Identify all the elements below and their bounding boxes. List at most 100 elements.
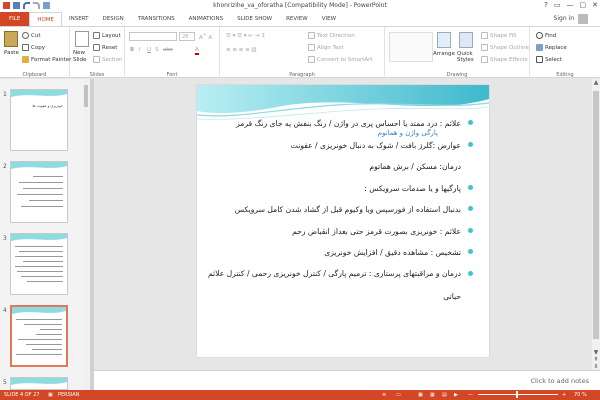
slide-editor: پارگی واژن و همانوم علائم : درد ممتد یا …	[94, 79, 592, 370]
language-indicator[interactable]: PERSIAN	[58, 392, 79, 398]
reset-button[interactable]: Reset	[93, 44, 117, 51]
tab-insert[interactable]: INSERT	[62, 12, 95, 26]
slide-thumbnail-2[interactable]	[10, 161, 68, 223]
layout-button[interactable]: Layout	[93, 32, 121, 39]
close-button[interactable]: ✕	[592, 1, 598, 9]
normal-view-icon[interactable]: ▣	[418, 392, 423, 398]
arrange-icon[interactable]	[437, 32, 451, 48]
strikethrough-button[interactable]: abc	[163, 47, 173, 53]
shape-outline-icon	[481, 44, 488, 51]
slide-thumbnail-5[interactable]	[10, 377, 68, 390]
slide-bullet[interactable]: عوارض :گلرز بافت / شوک به دنبال خونریزی …	[207, 139, 473, 161]
sign-in-link[interactable]: Sign in	[554, 15, 574, 22]
tab-animations[interactable]: ANIMATIONS	[182, 12, 231, 26]
shape-effects-icon	[481, 56, 488, 63]
reading-view-icon[interactable]: ▤	[442, 392, 447, 398]
thumb-text-line	[24, 324, 62, 325]
arrange-button[interactable]: Arrange	[433, 51, 455, 57]
shape-effects-button[interactable]: Shape Effects	[481, 56, 528, 63]
thumb-text-line	[32, 349, 62, 350]
bold-button[interactable]: B	[130, 47, 134, 53]
scroll-thumb[interactable]	[84, 85, 88, 107]
quick-styles-icon[interactable]	[459, 32, 473, 48]
italic-button[interactable]: I	[139, 47, 141, 53]
align-text-label: Align Text	[317, 45, 344, 51]
shapes-gallery[interactable]	[389, 32, 433, 62]
format-painter-button[interactable]: Format Painter	[22, 56, 71, 63]
notes-toggle[interactable]: ≡	[382, 392, 386, 398]
zoom-out-icon[interactable]: —	[468, 392, 473, 398]
notes-pane[interactable]: Click to add notes	[94, 370, 600, 390]
scroll-thumb[interactable]	[593, 91, 599, 339]
replace-button[interactable]: Replace	[536, 44, 567, 51]
paste-button[interactable]: Paste	[4, 50, 19, 56]
align-buttons[interactable]: ≡ ≡ ≡ ≡ ▥	[226, 47, 257, 53]
zoom-slider[interactable]	[478, 394, 558, 395]
slide-bullet[interactable]: درمان: مسکن / برش هماتوم	[207, 160, 469, 182]
help-button[interactable]: ?	[544, 1, 548, 9]
comments-toggle[interactable]: ▭	[396, 392, 401, 398]
select-button[interactable]: Select	[536, 56, 562, 63]
shape-outline-button[interactable]: Shape Outline	[481, 44, 529, 51]
text-direction-button[interactable]: Text Direction	[308, 32, 355, 39]
shadow-button[interactable]: S	[155, 47, 159, 53]
slide-thumbnail-4[interactable]	[10, 305, 68, 367]
zoom-in-icon[interactable]: +	[562, 392, 566, 398]
new-slide-icon[interactable]	[75, 31, 89, 47]
tab-slide-show[interactable]: SLIDE SHOW	[230, 12, 279, 26]
find-icon	[536, 32, 543, 39]
editor-scrollbar[interactable]: ▲ ▼ ⇞ ⇟	[592, 79, 600, 370]
slide-bullet[interactable]: حیاتی	[207, 290, 469, 312]
underline-button[interactable]: U	[147, 47, 151, 53]
thumb-text-line	[15, 246, 63, 247]
slide-body[interactable]: علائم : درد ممتد یا احساس پری در واژن / …	[207, 117, 473, 312]
slides-group: New Slide Layout Reset Section Slides	[70, 27, 125, 79]
quick-styles-button[interactable]: Quick Styles	[457, 51, 474, 63]
thumb-text-line	[17, 271, 63, 272]
slideshow-view-icon[interactable]: ▶	[454, 392, 458, 398]
tab-design[interactable]: DESIGN	[96, 12, 131, 26]
slide-thumbnail-3[interactable]	[10, 233, 68, 295]
slide-bullet[interactable]: درمان و مراقبتهای پرستاری : ترمیم پارگی …	[207, 268, 473, 290]
zoom-level[interactable]: 70 %	[574, 392, 587, 398]
cut-button[interactable]: Cut	[22, 32, 40, 39]
copy-button[interactable]: Copy	[22, 44, 45, 51]
paste-icon[interactable]	[4, 31, 18, 47]
convert-smartart-button[interactable]: Convert to SmartArt	[308, 56, 373, 63]
slide-bullet[interactable]: بدنبال استفاده از فورسپس ویا وکیوم قبل ا…	[207, 203, 473, 225]
sorter-view-icon[interactable]: ▦	[430, 392, 435, 398]
scroll-up-icon[interactable]: ▲	[592, 79, 600, 87]
slide-bullet[interactable]: علائم : خونریزی بصورت قرمز حتی بعداز انق…	[207, 225, 473, 247]
tab-file[interactable]: FILE	[0, 12, 30, 26]
find-button[interactable]: Find	[536, 32, 556, 39]
spelling-icon[interactable]: ▣	[48, 392, 53, 398]
avatar[interactable]	[578, 14, 588, 24]
maximize-button[interactable]: ▢	[580, 1, 587, 9]
new-slide-button[interactable]: New Slide	[73, 50, 86, 64]
current-slide[interactable]: پارگی واژن و همانوم علائم : درد ممتد یا …	[197, 85, 489, 357]
bullets-button[interactable]: ☰ ▾ ☰ ▾ ⇤ ⇥ ↕	[226, 33, 266, 39]
ribbon: Paste Cut Copy Format Painter Clipboard …	[0, 26, 600, 79]
tab-review[interactable]: REVIEW	[279, 12, 315, 26]
tab-view[interactable]: VIEW	[315, 12, 343, 26]
section-button[interactable]: Section	[93, 56, 122, 63]
align-text-button[interactable]: Align Text	[308, 44, 344, 51]
tab-transitions[interactable]: TRANSITIONS	[131, 12, 182, 26]
slides-pane-scrollbar[interactable]	[83, 79, 89, 390]
smartart-label: Convert to SmartArt	[317, 57, 373, 63]
tab-home[interactable]: HOME	[29, 12, 63, 26]
zoom-slider-thumb[interactable]	[516, 391, 518, 398]
slide-bullet[interactable]: تشخیص : مشاهده دقیق / افزایش خونریزی	[207, 246, 473, 268]
section-label: Section	[102, 57, 123, 63]
slide-thumbnail-1[interactable]: خونریزی و عفونت ها	[10, 89, 68, 151]
ribbon-tabs: FILE HOME INSERT DESIGN TRANSITIONS ANIM…	[0, 12, 600, 26]
ribbon-display-button[interactable]: ▭	[554, 1, 561, 9]
shape-fill-button[interactable]: Shape Fill	[481, 32, 516, 39]
slide-bullet[interactable]: پارگیها و یا صدمات سرویکس :	[207, 182, 473, 204]
font-name-box[interactable]	[129, 32, 177, 41]
minimize-button[interactable]: —	[567, 1, 574, 9]
font-size-box[interactable]: 28	[179, 32, 195, 41]
font-color-button[interactable]: A	[195, 47, 199, 55]
slide-bullet[interactable]: علائم : درد ممتد یا احساس پری در واژن / …	[207, 117, 473, 139]
grow-font-button[interactable]: A+ A-	[199, 33, 214, 41]
